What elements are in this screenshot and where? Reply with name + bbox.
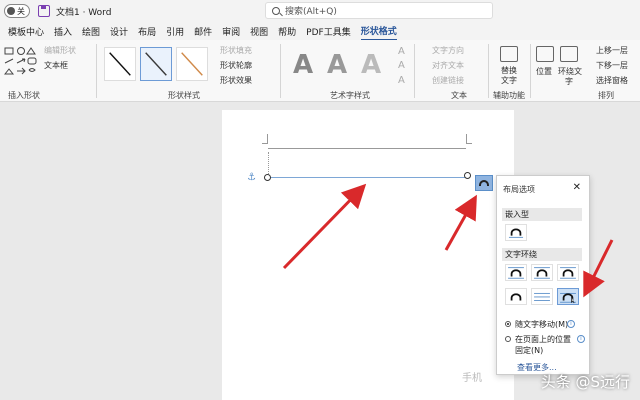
watermark-faint: 手机 xyxy=(462,373,482,384)
shape-outline-button[interactable]: 形状轮廓 xyxy=(220,60,252,71)
wrap-inline-option[interactable] xyxy=(505,224,527,241)
resize-handle-right[interactable] xyxy=(464,172,471,179)
close-icon[interactable]: ✕ xyxy=(573,182,581,193)
tab-view[interactable]: 视图 xyxy=(250,23,268,40)
tab-pdf-tools[interactable]: PDF工具集 xyxy=(306,23,351,40)
move-with-text-label: 随文字移动(M) xyxy=(515,320,569,329)
wrap-top-bottom-option[interactable] xyxy=(505,288,527,305)
tab-template-center[interactable]: 模板中心 xyxy=(8,23,44,40)
accessibility-group-label: 辅助功能 xyxy=(493,91,525,100)
shape-style-blue-line[interactable] xyxy=(140,47,172,81)
margin-corner-right xyxy=(466,134,472,144)
group-separator xyxy=(530,44,531,98)
wordart-style-3[interactable]: A xyxy=(356,50,386,80)
text-group-label: 文本 xyxy=(451,91,467,100)
insert-shapes-group-label: 插入形状 xyxy=(8,91,40,100)
title-bar: 关 文档1 · Word 搜索(Alt+Q) xyxy=(0,0,640,22)
group-separator xyxy=(414,44,415,98)
tab-design[interactable]: 设计 xyxy=(110,23,128,40)
text-fill-icon[interactable]: A xyxy=(398,46,405,57)
wrap-square-option[interactable] xyxy=(505,264,527,281)
shape-effects-button[interactable]: 形状效果 xyxy=(220,75,252,86)
inline-section-heading: 嵌入型 xyxy=(502,208,582,221)
fix-position-label-2: 固定(N) xyxy=(515,346,544,355)
alt-text-label-2: 文字 xyxy=(501,76,517,85)
shape-style-orange-line[interactable] xyxy=(176,47,208,81)
tab-help[interactable]: 帮助 xyxy=(278,23,296,40)
text-box-button[interactable]: 文本框 xyxy=(44,60,68,71)
toggle-knob xyxy=(7,7,15,15)
layout-options-panel: 布局选项 ✕ 嵌入型 文字环绕 随文字移动(M) i 在页面上的位置 固定(N)… xyxy=(496,175,590,375)
text-direction-button[interactable]: 文字方向 xyxy=(432,45,464,56)
wrap-text-icon[interactable] xyxy=(560,46,578,62)
fix-position-radio[interactable] xyxy=(505,336,511,342)
info-icon[interactable]: i xyxy=(577,335,585,343)
position-icon[interactable] xyxy=(536,46,554,62)
search-icon xyxy=(272,6,280,15)
layout-panel-title: 布局选项 xyxy=(503,185,535,194)
wrap-behind-text-option[interactable] xyxy=(531,288,553,305)
tab-insert[interactable]: 插入 xyxy=(54,23,72,40)
wrap-text-label-2: 字 xyxy=(565,77,573,86)
document-page[interactable] xyxy=(222,110,514,400)
text-outline-icon[interactable]: A xyxy=(398,60,405,71)
wordart-group-label: 艺术字样式 xyxy=(330,91,370,100)
tab-layout[interactable]: 布局 xyxy=(138,23,156,40)
bring-forward-button[interactable]: 上移一层 xyxy=(596,45,628,56)
ribbon: 编辑形状 文本框 插入形状 形状填充 形状轮廓 形状效果 形状样式 A A A … xyxy=(0,40,640,102)
tab-mailings[interactable]: 邮件 xyxy=(194,23,212,40)
header-line xyxy=(268,148,466,149)
selected-line-shape[interactable] xyxy=(268,177,468,178)
wordart-style-2[interactable]: A xyxy=(322,50,352,80)
text-effects-icon[interactable]: A xyxy=(398,75,405,86)
wrap-in-front-of-text-option[interactable] xyxy=(557,288,579,305)
search-input[interactable]: 搜索(Alt+Q) xyxy=(265,2,493,19)
autosave-toggle-label: 关 xyxy=(17,6,25,16)
search-placeholder: 搜索(Alt+Q) xyxy=(285,7,337,17)
tab-review[interactable]: 审阅 xyxy=(222,23,240,40)
move-with-text-radio[interactable] xyxy=(505,321,511,327)
group-separator xyxy=(96,44,97,98)
wrap-through-option[interactable] xyxy=(557,264,579,281)
anchor-icon: ⚓ xyxy=(247,172,256,183)
selection-pane-button[interactable]: 选择窗格 xyxy=(596,75,628,86)
shape-styles-group-label: 形状样式 xyxy=(168,91,200,100)
wrap-tight-option[interactable] xyxy=(531,264,553,281)
group-separator xyxy=(488,44,489,98)
shape-style-black-line[interactable] xyxy=(104,47,136,81)
align-text-button[interactable]: 对齐文本 xyxy=(432,60,464,71)
watermark: 头条 @S远行 xyxy=(540,373,630,391)
document-title: 文档1 · Word xyxy=(56,7,112,18)
fix-position-label-1: 在页面上的位置 xyxy=(515,335,571,344)
arrange-group-label: 排列 xyxy=(598,91,614,100)
margin-corner-left xyxy=(262,134,268,144)
resize-handle-left[interactable] xyxy=(264,174,271,181)
text-cursor-guide xyxy=(268,152,269,176)
send-backward-button[interactable]: 下移一层 xyxy=(596,60,628,71)
ribbon-tabs: 模板中心 插入 绘图 设计 布局 引用 邮件 审阅 视图 帮助 PDF工具集 形… xyxy=(0,22,640,41)
layout-options-button[interactable] xyxy=(475,175,493,191)
edit-shape-button[interactable]: 编辑形状 xyxy=(44,45,76,56)
create-link-button[interactable]: 创建链接 xyxy=(432,75,464,86)
tab-references[interactable]: 引用 xyxy=(166,23,184,40)
save-icon[interactable] xyxy=(38,5,50,17)
alt-text-icon[interactable] xyxy=(500,46,518,62)
tab-draw[interactable]: 绘图 xyxy=(82,23,100,40)
position-button-label: 位置 xyxy=(536,67,552,76)
wrap-icon xyxy=(479,180,489,186)
tab-shape-format[interactable]: 形状格式 xyxy=(360,22,397,41)
autosave-toggle[interactable]: 关 xyxy=(4,4,30,18)
group-separator xyxy=(280,44,281,98)
shape-fill-button[interactable]: 形状填充 xyxy=(220,45,252,56)
info-icon[interactable]: i xyxy=(567,320,575,328)
wrap-section-heading: 文字环绕 xyxy=(502,248,582,261)
shapes-gallery[interactable] xyxy=(4,46,40,80)
wordart-style-1[interactable]: A xyxy=(288,50,318,80)
